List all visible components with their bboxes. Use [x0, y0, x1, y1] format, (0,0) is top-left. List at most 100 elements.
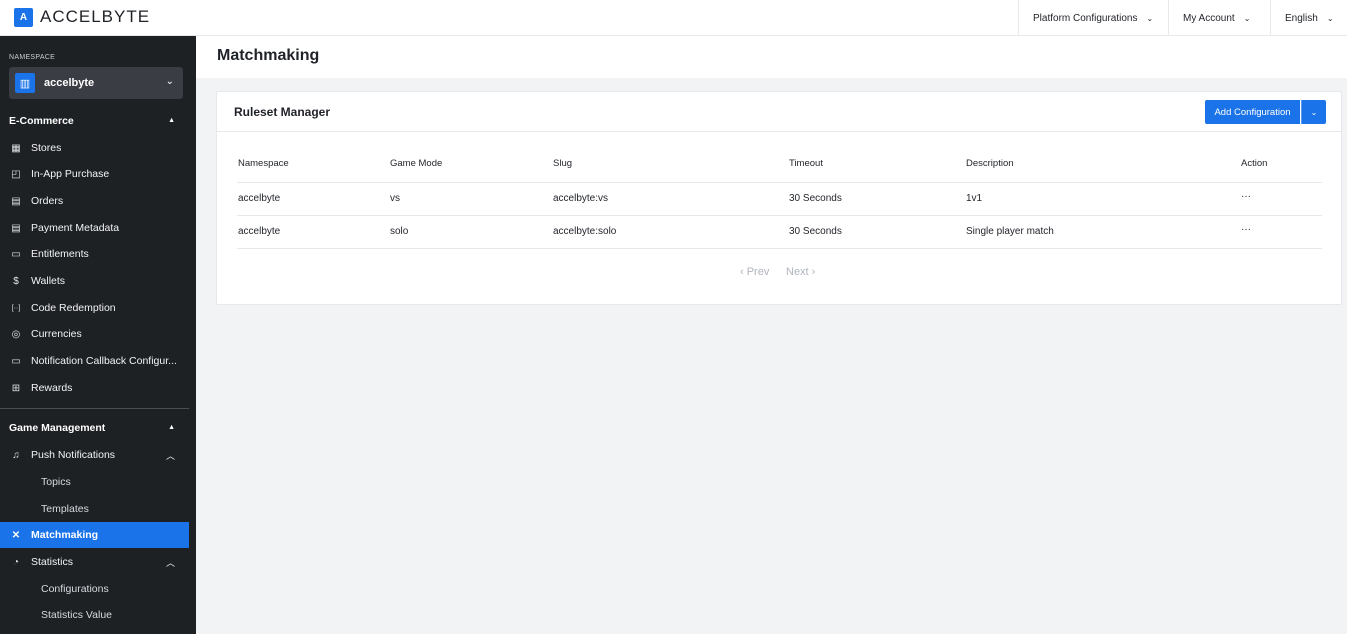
sidebar-item-label: Currencies: [31, 328, 82, 340]
my-account-menu[interactable]: My Account ⌄: [1168, 0, 1270, 36]
row-divider: [237, 248, 1322, 249]
column-header-slug: Slug: [553, 158, 573, 169]
sidebar-item-label: Orders: [31, 195, 64, 207]
column-header-game-mode: Game Mode: [390, 158, 443, 169]
row-actions-menu-icon[interactable]: ···: [1241, 224, 1251, 235]
sidebar-item-entitlements[interactable]: ▭ Entitlements: [0, 241, 189, 267]
sidebar-item-label: Entitlements: [31, 248, 89, 260]
chevron-down-icon: ⌄: [1146, 13, 1154, 23]
row-actions-menu-icon[interactable]: ···: [1241, 191, 1251, 202]
sidebar-item-label: Code Redemption: [31, 302, 116, 314]
column-header-namespace: Namespace: [238, 158, 289, 169]
chevron-down-icon: ⌄: [1243, 13, 1251, 23]
document-icon: ▤: [11, 222, 21, 234]
sidebar-item-matchmaking[interactable]: ✕ Matchmaking: [0, 522, 189, 548]
page-header: [196, 36, 1347, 78]
section-game-management[interactable]: Game Management ▲: [9, 422, 189, 434]
sidebar-item-notification-callback[interactable]: ▭ Notification Callback Configur...: [0, 348, 189, 374]
row-divider: [237, 215, 1322, 216]
card-title: Ruleset Manager: [234, 105, 331, 119]
cell-namespace: accelbyte: [238, 226, 281, 237]
prev-page-button[interactable]: ‹ Prev: [740, 266, 769, 278]
orders-icon: ▤: [11, 195, 21, 207]
sidebar-item-label: Rewards: [31, 382, 73, 394]
top-nav: Platform Configurations ⌄ My Account ⌄ E…: [1018, 0, 1347, 36]
cell-namespace: accelbyte: [238, 193, 281, 204]
sidebar: NAMESPACE ▥ accelbyte ⌄ E-Commerce ▲ ▦ S…: [0, 36, 196, 634]
logo-mark-icon: A: [14, 7, 33, 27]
add-configuration-button[interactable]: Add Configuration: [1205, 100, 1300, 124]
section-ecommerce-title: E-Commerce: [9, 115, 74, 127]
next-page-button[interactable]: Next ›: [786, 266, 815, 278]
sidebar-divider: [0, 408, 189, 409]
pie-chart-icon: ◔: [12, 556, 20, 568]
column-header-timeout: Timeout: [789, 158, 823, 169]
sidebar-item-statistics[interactable]: ◔ Statistics ︿: [0, 549, 189, 575]
card-header: Ruleset Manager Add Configuration ⌄: [217, 92, 1343, 132]
caret-up-icon: ▲: [168, 117, 175, 124]
sidebar-item-label: Statistics: [31, 556, 74, 568]
my-account-label: My Account: [1183, 12, 1235, 24]
sidebar-item-label: Push Notifications: [31, 449, 116, 461]
column-header-description: Description: [966, 158, 1014, 169]
chevron-up-icon: ︿: [165, 450, 175, 461]
sidebar-subitem-templates[interactable]: Templates: [41, 503, 89, 515]
logo[interactable]: A ACCELBYTE: [14, 7, 150, 27]
sidebar-subitem-configurations[interactable]: Configurations: [41, 583, 109, 595]
cell-description: Single player match: [966, 226, 1054, 237]
sidebar-item-orders[interactable]: ▤ Orders: [0, 188, 189, 214]
sidebar-item-push-notifications[interactable]: ♫ Push Notifications ︿: [0, 442, 189, 468]
sidebar-item-wallets[interactable]: $ Wallets: [0, 268, 189, 294]
sidebar-item-stores[interactable]: ▦ Stores: [0, 135, 189, 161]
sidebar-item-currencies[interactable]: ◎ Currencies: [0, 321, 189, 347]
gift-icon: ⊞: [11, 382, 21, 394]
sidebar-item-code-redemption[interactable]: [··] Code Redemption: [0, 295, 189, 321]
sidebar-item-label: Notification Callback Configur...: [31, 355, 177, 367]
language-label: English: [1285, 12, 1318, 24]
cell-timeout: 30 Seconds: [789, 226, 842, 237]
code-icon: [··]: [11, 304, 21, 312]
platform-configurations-label: Platform Configurations: [1033, 12, 1138, 24]
entitlement-icon: ▭: [11, 248, 21, 260]
sidebar-item-label: Payment Metadata: [31, 222, 120, 234]
cell-description: 1v1: [966, 193, 983, 204]
brand-name: ACCELBYTE: [40, 7, 151, 26]
bag-icon: ◰: [11, 168, 21, 180]
namespace-value: accelbyte: [44, 77, 95, 89]
cell-game-mode: solo: [390, 226, 409, 237]
platform-configurations-menu[interactable]: Platform Configurations ⌄: [1018, 0, 1168, 36]
chevron-down-icon: ⌄: [1310, 107, 1318, 117]
add-configuration-dropdown-button[interactable]: ⌄: [1301, 100, 1326, 124]
sidebar-item-label: In-App Purchase: [31, 168, 110, 180]
sidebar-item-label: Matchmaking: [31, 529, 99, 541]
namespace-select[interactable]: ▥ accelbyte ⌄: [9, 67, 183, 99]
swords-icon: ✕: [11, 529, 21, 541]
store-icon: ▦: [11, 142, 21, 154]
language-menu[interactable]: English ⌄: [1270, 0, 1347, 36]
top-bar: A ACCELBYTE Platform Configurations ⌄ My…: [0, 0, 1347, 36]
sidebar-item-in-app-purchase[interactable]: ◰ In-App Purchase: [0, 161, 189, 187]
caret-up-icon: ▲: [168, 424, 175, 431]
sidebar-subitem-statistics-value[interactable]: Statistics Value: [41, 609, 112, 621]
building-icon: ▥: [15, 73, 35, 93]
callback-icon: ▭: [11, 355, 21, 367]
cell-game-mode: vs: [390, 193, 400, 204]
namespace-label: NAMESPACE: [9, 54, 56, 61]
sidebar-item-payment-metadata[interactable]: ▤ Payment Metadata: [0, 215, 189, 241]
section-ecommerce[interactable]: E-Commerce ▲: [9, 115, 189, 127]
cell-slug: accelbyte:solo: [553, 226, 617, 237]
cell-timeout: 30 Seconds: [789, 193, 842, 204]
dollar-icon: $: [13, 275, 19, 287]
section-game-management-title: Game Management: [9, 422, 106, 434]
column-header-action: Action: [1241, 158, 1268, 169]
chevron-down-icon: ⌄: [165, 76, 174, 87]
chevron-up-icon: ︿: [165, 557, 175, 568]
sidebar-item-label: Stores: [31, 142, 62, 154]
ruleset-manager-card: Ruleset Manager Add Configuration ⌄ Name…: [216, 91, 1343, 305]
chevron-down-icon: ⌄: [1326, 13, 1334, 23]
cell-slug: accelbyte:vs: [553, 193, 609, 204]
row-divider: [237, 182, 1322, 183]
page-title: Matchmaking: [217, 47, 320, 64]
sidebar-subitem-topics[interactable]: Topics: [41, 476, 71, 488]
sidebar-item-rewards[interactable]: ⊞ Rewards: [0, 375, 189, 401]
